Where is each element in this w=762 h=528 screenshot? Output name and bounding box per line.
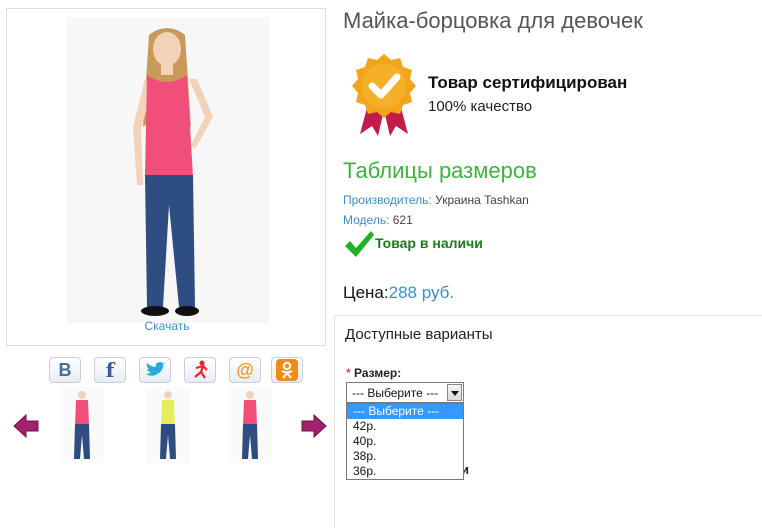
size-select-value: --- Выберите --- — [352, 386, 439, 400]
product-title: Майка-борцовка для девочек — [343, 8, 643, 33]
required-mark: * — [346, 366, 351, 380]
thumbnail-image — [74, 391, 90, 459]
in-stock-check-icon — [345, 231, 374, 257]
prev-arrow-icon[interactable] — [12, 412, 40, 440]
next-arrow-icon[interactable] — [300, 412, 328, 440]
vk-icon: В — [58, 359, 72, 380]
size-table-link[interactable]: Таблицы размеров — [343, 158, 537, 184]
certificate-subtitle: 100% качество — [428, 98, 533, 115]
mail-share-button[interactable]: @ — [229, 357, 261, 383]
girl-model-illustration — [133, 28, 213, 316]
product-photo[interactable] — [67, 17, 269, 323]
thumbnail-1[interactable] — [60, 387, 104, 463]
price: Цена:288 руб. — [343, 283, 454, 303]
size-select[interactable]: --- Выберите --- — [346, 382, 464, 403]
variants-title: Доступные варианты — [345, 326, 493, 343]
facebook-icon: f — [105, 358, 115, 382]
thumbnail-image — [242, 391, 258, 459]
size-option[interactable]: 40р. — [347, 434, 463, 449]
download-link[interactable]: Скачать — [7, 319, 327, 333]
size-dropdown-list[interactable]: --- Выберите --- 42р. 40р. 38р. 36р. — [346, 403, 464, 480]
size-label: * Размер: — [346, 366, 401, 380]
twitter-share-button[interactable] — [139, 357, 171, 383]
price-value: 288 руб. — [388, 283, 455, 302]
facebook-share-button[interactable]: f — [94, 357, 126, 383]
certificate-title: Товар сертифицирован — [428, 73, 628, 92]
model-value: 621 — [392, 213, 413, 227]
size-option[interactable]: 42р. — [347, 419, 463, 434]
model-label: Модель: — [343, 213, 390, 227]
ok-share-button[interactable] — [271, 357, 303, 383]
at-icon: @ — [236, 359, 254, 380]
size-label-text: Размер: — [354, 366, 402, 380]
manufacturer-label[interactable]: Производитель: — [343, 193, 432, 207]
ok-icon — [276, 359, 298, 381]
main-product-image-frame: Скачать — [6, 8, 326, 346]
chevron-down-icon[interactable] — [447, 384, 462, 401]
odnoklassniki-figure-share-button[interactable] — [184, 357, 216, 383]
size-option[interactable]: 38р. — [347, 449, 463, 464]
thumbnail-3[interactable] — [228, 387, 272, 463]
thumbnail-image — [160, 391, 176, 459]
price-label: Цена: — [343, 283, 389, 302]
twitter-bird-icon — [146, 362, 165, 376]
size-option[interactable]: --- Выберите --- — [347, 404, 463, 419]
certified-badge-icon — [352, 54, 416, 136]
model-row: Модель: 621 — [343, 213, 413, 227]
manufacturer-row: Производитель: Украина Tashkan — [343, 193, 529, 207]
runner-icon — [194, 360, 208, 379]
manufacturer-value: Украина Tashkan — [435, 193, 529, 207]
thumbnail-2[interactable] — [146, 387, 190, 463]
vk-share-button[interactable]: В — [49, 357, 81, 383]
stock-status: Товар в наличи — [375, 235, 483, 251]
size-option[interactable]: 36р. — [347, 464, 463, 479]
